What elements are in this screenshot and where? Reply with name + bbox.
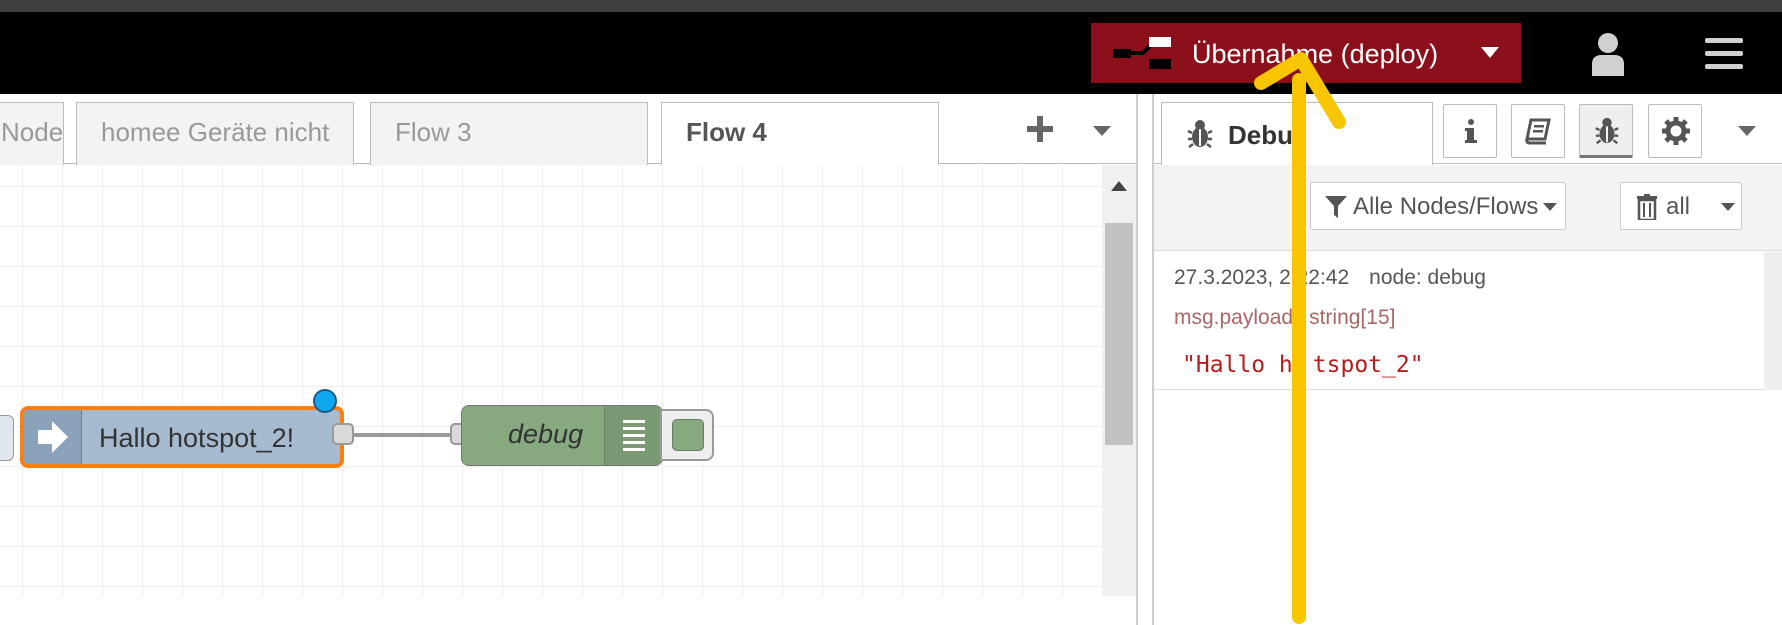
debug-scrollbar[interactable] <box>1764 252 1782 390</box>
debug-message-node[interactable]: node: debug <box>1369 266 1486 289</box>
filter-chevron-down-icon <box>1543 203 1557 211</box>
debug-message[interactable]: 27.3.2023, 2:22:42 node: debug msg.payloa… <box>1154 252 1764 390</box>
clear-messages-label: all <box>1666 193 1691 220</box>
debug-message-date: 27.3.2023, 2 <box>1174 266 1291 289</box>
debug-toggle-button[interactable] <box>660 409 714 461</box>
debug-filter-button[interactable]: Alle Nodes/Flows <box>1310 182 1566 230</box>
sidebar-tabbar: Debu <box>1154 94 1782 165</box>
bug-icon <box>1595 117 1619 145</box>
debug-message-property: msg.payload <box>1174 306 1294 329</box>
debug-toolbar: Alle Nodes/Flows all <box>1154 165 1782 251</box>
clear-chevron-down-icon <box>1721 203 1735 211</box>
scroll-up-arrow-icon[interactable] <box>1111 181 1127 191</box>
debug-message-meta: 27.3.2023, 2:22:42 node: debug <box>1174 266 1486 290</box>
deploy-icon <box>1113 37 1171 69</box>
bug-icon <box>1187 120 1213 148</box>
info-tab-button[interactable] <box>1443 104 1497 158</box>
user-icon[interactable] <box>1590 32 1626 76</box>
sidebar: Debu Alle Nodes/Flows all 27.3.2023, 2:2… <box>1154 94 1782 625</box>
tab-homee-geraete[interactable]: homee Geräte nicht <box>76 102 354 165</box>
book-icon <box>1525 118 1551 145</box>
debug-tab-button[interactable] <box>1579 104 1633 158</box>
workspace-tabbar: Node homee Geräte nicht Flow 3 Flow 4 <box>0 94 1136 166</box>
changed-indicator-dot <box>313 389 337 413</box>
debug-node-icon-area <box>604 406 662 465</box>
canvas-vertical-scrollbar[interactable] <box>1102 165 1136 596</box>
tab-list-chevron-down-icon[interactable] <box>1093 126 1111 136</box>
tab-node[interactable]: Node <box>0 102 64 165</box>
debug-message-value[interactable]: "Hallo h tspot_2" <box>1182 352 1424 378</box>
tab-flow-4[interactable]: Flow 4 <box>661 102 939 166</box>
deploy-button[interactable]: Übernahme (deploy) <box>1091 23 1521 83</box>
inject-node-label: Hallo hotspot_2! <box>99 423 295 453</box>
debug-toggle-indicator <box>672 419 704 451</box>
tab-flow-3[interactable]: Flow 3 <box>370 102 648 165</box>
workspace: Node homee Geräte nicht Flow 3 Flow 4 Ha… <box>0 94 1136 625</box>
help-tab-button[interactable] <box>1511 104 1565 158</box>
deploy-label: Übernahme (deploy) <box>1192 39 1439 69</box>
window-top-strip <box>0 0 1782 12</box>
inject-node-icon-area <box>24 410 82 464</box>
offscreen-node[interactable] <box>0 415 14 461</box>
gear-icon <box>1662 117 1690 145</box>
flow-wire[interactable] <box>354 433 462 437</box>
list-lines-icon <box>623 420 645 451</box>
scrollbar-thumb[interactable] <box>1105 223 1133 445</box>
header-bar: Übernahme (deploy) <box>0 12 1782 94</box>
sidebar-tabs-chevron-down-icon[interactable] <box>1738 126 1756 136</box>
debug-message-time: :22:42 <box>1290 266 1350 289</box>
debug-node[interactable]: debug <box>461 405 663 466</box>
debug-message-type: string[15] <box>1309 306 1396 329</box>
deploy-dropdown-chevron-down-icon[interactable] <box>1481 47 1499 58</box>
inject-output-port[interactable] <box>332 423 354 445</box>
debug-message-topic: msg.payload string[15] <box>1174 306 1395 330</box>
inject-node[interactable]: Hallo hotspot_2! <box>20 406 344 468</box>
menu-icon[interactable] <box>1705 36 1743 70</box>
workspace-footer <box>0 596 1136 625</box>
filter-icon <box>1325 196 1347 218</box>
trash-icon <box>1637 194 1657 220</box>
add-tab-plus-icon[interactable] <box>1025 114 1055 144</box>
sidebar-tab-debug-label: Debu <box>1228 120 1293 150</box>
sidebar-tab-debug[interactable]: Debu <box>1161 102 1433 165</box>
config-tab-button[interactable] <box>1648 104 1702 158</box>
arrow-right-icon <box>38 421 68 453</box>
clear-messages-button[interactable]: all <box>1620 182 1742 230</box>
flow-canvas[interactable]: Hallo hotspot_2! debug <box>0 165 1102 596</box>
sidebar-splitter[interactable] <box>1136 94 1154 625</box>
debug-node-label: debug <box>508 419 584 449</box>
info-icon <box>1465 119 1477 143</box>
debug-filter-label: Alle Nodes/Flows <box>1353 193 1539 220</box>
